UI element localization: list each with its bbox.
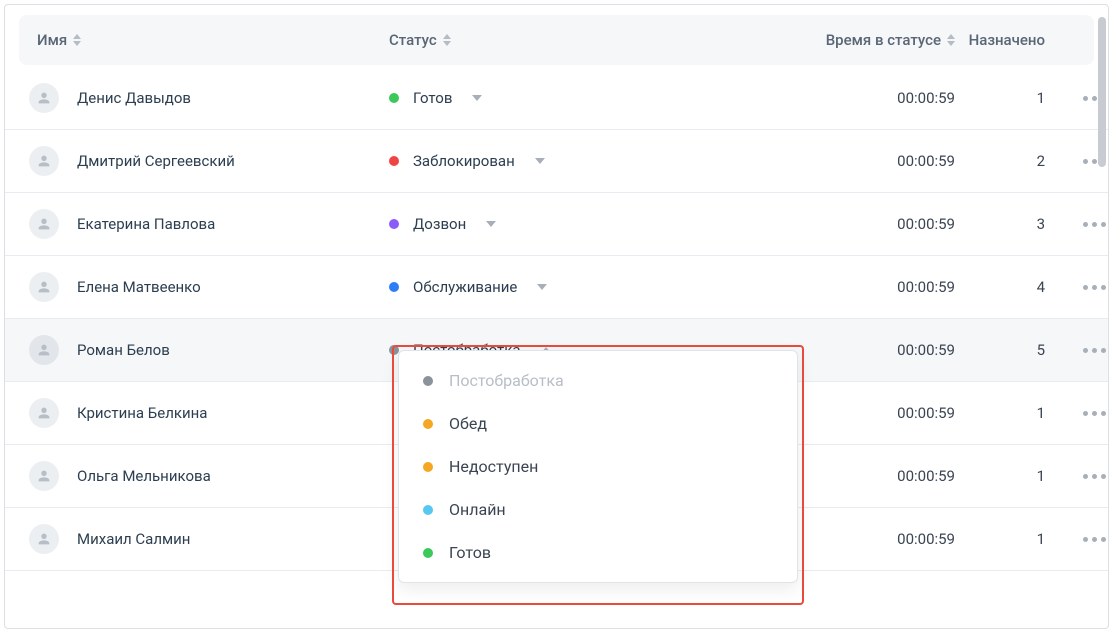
- sort-icon: [443, 34, 451, 46]
- avatar: [29, 146, 59, 176]
- assigned-count: 5: [959, 325, 1069, 375]
- status-dropdown[interactable]: Постобработка Обед Недоступен Онлайн Готов: [398, 350, 798, 583]
- name-cell: Елена Матвеенко: [19, 256, 379, 318]
- more-icon: [1083, 285, 1106, 290]
- column-header-assigned: Назначено: [959, 15, 1069, 65]
- column-header-status-label: Статус: [389, 31, 437, 49]
- status-label: Обслуживание: [413, 278, 517, 296]
- status-dot-icon: [423, 376, 433, 386]
- more-icon: [1083, 411, 1106, 416]
- status-dot-icon: [423, 548, 433, 558]
- status-dot-icon: [389, 282, 399, 292]
- status-dot-icon: [423, 462, 433, 472]
- name-cell: Ольга Мельникова: [19, 445, 379, 507]
- table-header: Имя Статус Время в статусе: [19, 15, 1094, 65]
- agent-name: Денис Давыдов: [77, 89, 191, 107]
- assigned-count: 2: [959, 136, 1069, 186]
- agent-name: Михаил Салмин: [77, 530, 190, 548]
- agent-name: Елена Матвеенко: [77, 278, 201, 296]
- agent-name: Кристина Белкина: [77, 404, 207, 422]
- status-option-label: Недоступен: [449, 457, 538, 476]
- assigned-count: 1: [959, 73, 1069, 123]
- assigned-count: 4: [959, 262, 1069, 312]
- more-icon: [1083, 222, 1106, 227]
- status-option-online[interactable]: Онлайн: [399, 488, 797, 531]
- name-cell: Кристина Белкина: [19, 382, 379, 444]
- assigned-count: 3: [959, 199, 1069, 249]
- status-label: Заблокирован: [413, 152, 515, 170]
- row-actions-button[interactable]: [1069, 206, 1109, 243]
- row-actions-button[interactable]: [1069, 395, 1109, 432]
- column-header-status[interactable]: Статус: [379, 15, 769, 65]
- column-header-name-label: Имя: [37, 31, 67, 49]
- status-selector[interactable]: Готов: [379, 73, 769, 123]
- column-header-time[interactable]: Время в статусе: [769, 15, 959, 65]
- status-option-label: Готов: [449, 543, 491, 562]
- name-cell: Дмитрий Сергеевский: [19, 130, 379, 192]
- status-option-lunch[interactable]: Обед: [399, 402, 797, 445]
- status-dot-icon: [389, 156, 399, 166]
- more-icon: [1083, 537, 1106, 542]
- chevron-down-icon: [472, 95, 482, 101]
- column-header-time-label: Время в статусе: [826, 31, 941, 49]
- chevron-down-icon: [486, 221, 496, 227]
- status-dot-icon: [423, 419, 433, 429]
- time-in-status: 00:00:59: [769, 73, 959, 123]
- row-actions-button[interactable]: [1069, 458, 1109, 495]
- scrollbar-thumb[interactable]: [1098, 17, 1106, 167]
- avatar: [29, 524, 59, 554]
- status-option-label: Онлайн: [449, 500, 506, 519]
- avatar: [29, 398, 59, 428]
- status-selector[interactable]: Обслуживание: [379, 262, 769, 312]
- agent-name: Екатерина Павлова: [77, 215, 215, 233]
- avatar: [29, 83, 59, 113]
- assigned-count: 1: [959, 388, 1069, 438]
- status-label: Дозвон: [413, 215, 466, 233]
- status-selector[interactable]: Дозвон: [379, 199, 769, 249]
- status-dot-icon: [389, 219, 399, 229]
- assigned-count: 1: [959, 514, 1069, 564]
- column-header-name[interactable]: Имя: [19, 15, 379, 65]
- time-in-status: 00:00:59: [769, 136, 959, 186]
- agent-name: Роман Белов: [77, 341, 170, 359]
- status-option-unavailable[interactable]: Недоступен: [399, 445, 797, 488]
- chevron-down-icon: [535, 158, 545, 164]
- status-label: Готов: [413, 89, 452, 107]
- table-row: Елена Матвеенко Обслуживание 00:00:594: [5, 256, 1108, 319]
- status-option-postprocessing: Постобработка: [399, 359, 797, 402]
- assigned-count: 1: [959, 451, 1069, 501]
- agents-table-frame: Имя Статус Время в статусе: [4, 4, 1109, 629]
- name-cell: Екатерина Павлова: [19, 193, 379, 255]
- table-row: Денис Давыдов Готов 00:00:591: [5, 67, 1108, 130]
- more-icon: [1083, 348, 1106, 353]
- status-option-label: Постобработка: [449, 371, 564, 390]
- avatar: [29, 209, 59, 239]
- time-in-status: 00:00:59: [769, 262, 959, 312]
- row-actions-button[interactable]: [1069, 332, 1109, 369]
- agent-name: Дмитрий Сергеевский: [77, 152, 235, 170]
- row-actions-button[interactable]: [1069, 269, 1109, 306]
- status-dot-icon: [389, 93, 399, 103]
- avatar: [29, 335, 59, 365]
- column-header-assigned-label: Назначено: [969, 31, 1045, 49]
- table-row: Екатерина Павлова Дозвон 00:00:593: [5, 193, 1108, 256]
- status-selector[interactable]: Заблокирован: [379, 136, 769, 186]
- chevron-down-icon: [537, 284, 547, 290]
- status-option-ready[interactable]: Готов: [399, 531, 797, 574]
- sort-icon: [73, 34, 81, 46]
- avatar: [29, 461, 59, 491]
- name-cell: Денис Давыдов: [19, 67, 379, 129]
- status-dot-icon: [423, 505, 433, 515]
- agent-name: Ольга Мельникова: [77, 467, 211, 485]
- more-icon: [1083, 474, 1106, 479]
- avatar: [29, 272, 59, 302]
- name-cell: Михаил Салмин: [19, 508, 379, 570]
- time-in-status: 00:00:59: [769, 199, 959, 249]
- name-cell: Роман Белов: [19, 319, 379, 381]
- status-option-label: Обед: [449, 414, 487, 433]
- sort-icon: [947, 34, 955, 46]
- row-actions-button[interactable]: [1069, 521, 1109, 558]
- table-row: Дмитрий Сергеевский Заблокирован 00:00:592: [5, 130, 1108, 193]
